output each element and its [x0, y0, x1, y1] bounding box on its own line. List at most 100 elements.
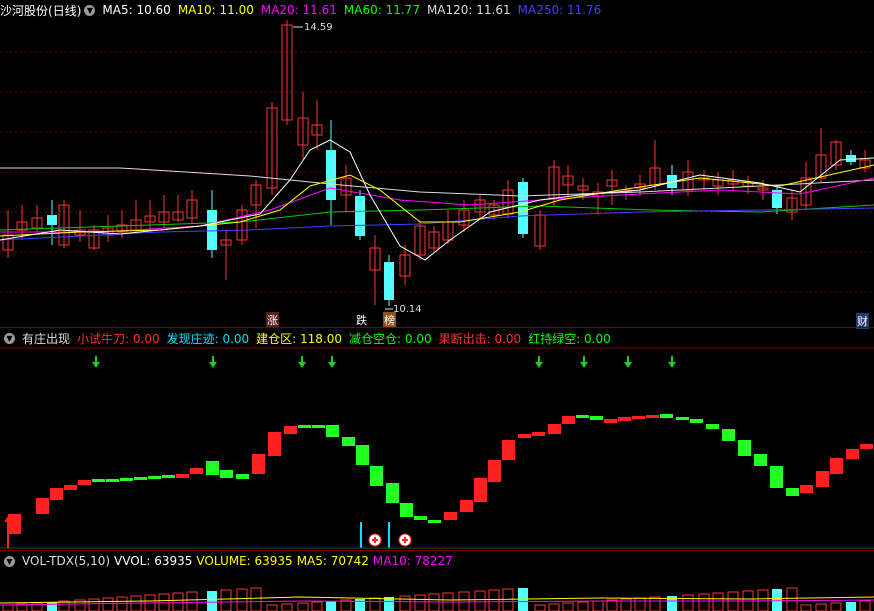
indicator-step-block [206, 461, 219, 475]
chevron-down-icon[interactable]: ▼ [84, 4, 96, 16]
volume-bar [297, 602, 309, 611]
indicator-step-block [312, 425, 325, 428]
indicator-step-block [800, 485, 813, 493]
volume-bar [606, 599, 618, 611]
ma120-label: MA120: 11.61 [426, 3, 511, 17]
indicator-step-block [386, 483, 399, 503]
candle-body [47, 215, 57, 225]
indicator-item-5: 果断出击: 0.00 [438, 331, 522, 346]
indicator-item-2: 发现庄迹: 0.00 [166, 331, 250, 346]
indicator-step-block [474, 478, 487, 502]
volume-bar [649, 596, 661, 611]
indicator-step-block [298, 425, 311, 428]
main-header: 沙河股份 (日线) ▼ MA5: 10.60 MA10: 11.00 MA20:… [0, 0, 608, 20]
indicator-step-block [106, 479, 119, 482]
volume-name: VOL-TDX(5,10) [22, 554, 111, 568]
marker-zhang[interactable]: 涨 [266, 312, 279, 328]
volume-bar [326, 601, 336, 611]
volume-bar [488, 589, 500, 611]
indicator-step-block [370, 466, 383, 486]
indicator-step-block [690, 419, 703, 423]
vol-ma5-label: MA5: 70742 [296, 554, 369, 568]
indicator-item-6: 红持绿空: 0.00 [528, 331, 611, 346]
volume-bar [311, 601, 323, 611]
candlestick-pane[interactable]: 沙河股份 (日线) ▼ MA5: 10.60 MA10: 11.00 MA20:… [0, 0, 874, 329]
volume-bar [266, 604, 278, 611]
signal-arrow-down [668, 362, 676, 368]
signal-arrow-down [535, 362, 543, 368]
ma60-label: MA60: 11.77 [343, 3, 420, 17]
indicator-step-block [846, 449, 859, 459]
indicator-step-block [754, 454, 767, 466]
volume-bar [772, 589, 782, 611]
candle-body [207, 210, 217, 250]
marker-bang[interactable]: 榜 [383, 312, 396, 328]
indicator-step-block [8, 514, 21, 534]
indicator-step-block [618, 417, 631, 421]
signal-arrow-down [92, 362, 100, 368]
volume-bar [815, 603, 827, 611]
volume-bar [281, 603, 293, 611]
chevron-down-icon[interactable]: ▼ [4, 332, 15, 344]
vol-ma10-label: MA10: 78227 [372, 554, 453, 568]
candle-body [355, 196, 365, 236]
ma250-label: MA250: 11.76 [517, 3, 602, 17]
indicator-chart [0, 347, 874, 549]
volume-bar [88, 598, 100, 611]
indicator-step-block [92, 479, 105, 482]
indicator-step-block [400, 503, 413, 517]
indicator-step-block [548, 424, 561, 434]
indicator-step-block [676, 417, 689, 420]
ma5-label: MA5: 10.60 [102, 3, 171, 17]
candle-body [326, 150, 336, 200]
volume-bar [250, 587, 262, 611]
volume-bar [102, 597, 114, 611]
indicator-step-block [562, 416, 575, 424]
indicator-step-block [444, 512, 457, 520]
volume-bar [414, 594, 426, 611]
volume-bar [534, 604, 546, 611]
ma5-line [0, 139, 874, 261]
volume-bar [172, 592, 184, 611]
indicator-step-block [148, 476, 161, 479]
volume-bar [786, 587, 798, 611]
volume-bar [698, 593, 710, 611]
indicator-step-block [604, 419, 617, 423]
indicator-step-block [786, 488, 799, 496]
indicator-step-block [356, 445, 369, 465]
volume-bar [548, 603, 560, 611]
indicator-step-block [632, 416, 645, 419]
volume-bar [577, 601, 589, 611]
volume-bar [47, 602, 57, 611]
ma20-label: MA20: 11.61 [260, 3, 337, 17]
indicator-step-block [36, 498, 49, 514]
indicator-step-block [830, 458, 843, 474]
volume-pane[interactable]: ▼ VOL-TDX(5,10) VVOL: 63935 VOLUME: 6393… [0, 551, 874, 611]
vvol-label: VVOL: 63935 [114, 554, 193, 568]
volume-bar [712, 592, 724, 611]
volume-bar [399, 595, 411, 611]
indicator-step-block [460, 500, 473, 512]
chevron-down-icon[interactable]: ▼ [4, 555, 15, 567]
volume-bar [727, 591, 739, 611]
indicator-step-block [816, 471, 829, 487]
indicator-header: ▼ 有庄出现 小试牛刀: 0.00 发现庄迹: 0.00 建仓区: 118.00… [0, 328, 618, 348]
indicator-step-block [268, 432, 281, 456]
volume-bar [428, 593, 440, 611]
indicator-item-3: 建仓区: 118.00 [256, 331, 343, 346]
indicator-step-block [190, 468, 203, 474]
indicator-step-block [428, 520, 441, 523]
indicator-step-block [532, 432, 545, 436]
stock-name: 沙河股份 [0, 3, 49, 18]
indicator-pane[interactable]: ▼ 有庄出现 小试牛刀: 0.00 发现庄迹: 0.00 建仓区: 118.00… [0, 328, 874, 550]
volume-bar [859, 600, 871, 611]
indicator-step-block [590, 416, 603, 420]
indicator-step-block [134, 477, 147, 480]
volume-bar [116, 596, 128, 611]
volume-bar [682, 594, 694, 611]
marker-die[interactable]: 跌 [355, 312, 368, 328]
indicator-step-block [50, 488, 63, 500]
indicator-step-block [738, 440, 751, 456]
indicator-step-block [252, 454, 265, 474]
volume-bar [369, 597, 381, 611]
